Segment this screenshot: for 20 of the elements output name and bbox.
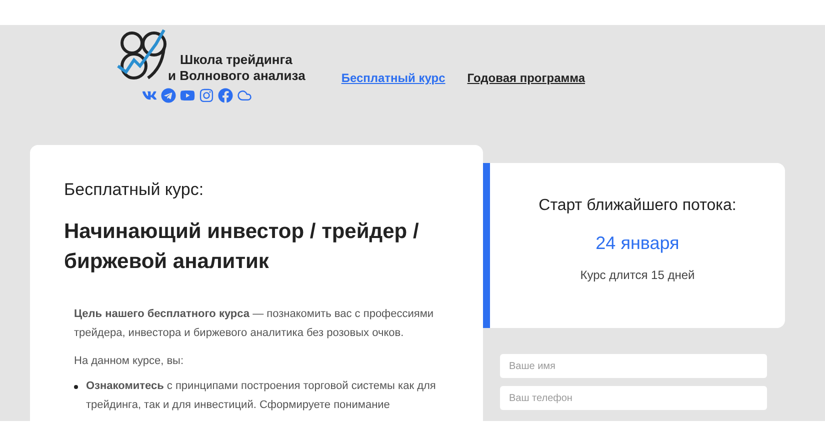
cloud-icon[interactable] xyxy=(237,88,252,103)
course-eyebrow: Бесплатный курс: xyxy=(64,179,205,201)
youtube-icon[interactable] xyxy=(180,88,195,103)
course-title: Начинающий инвестор / трейдер / биржевой аналитик xyxy=(64,218,420,274)
facebook-icon[interactable] xyxy=(218,88,233,103)
lead-text: На данном курсе, вы: xyxy=(74,354,185,368)
input-field[interactable]: Ваше имя xyxy=(500,354,767,378)
duration-text: Курс длится 15 дней xyxy=(580,267,695,284)
instagram-icon[interactable] xyxy=(199,88,214,103)
list-item-text: Ознакомитесь с принципами построения торговой системы как для трейдинга, так и для инвестиций. Сформируете понимание xyxy=(86,379,437,413)
bullet-icon xyxy=(74,385,78,389)
logo-text: Школа трейдинга xyxy=(180,52,294,68)
logo-text: и Волнового анализа xyxy=(168,68,306,84)
start-date: 24 января xyxy=(596,232,680,255)
nav-link[interactable]: Бесплатный курс xyxy=(341,69,446,87)
telegram-icon[interactable] xyxy=(161,88,176,103)
nav-link[interactable]: Годовая программа xyxy=(467,69,586,87)
input-field[interactable]: Ваш телефон xyxy=(500,386,767,410)
start-heading: Старт ближайшего потока: xyxy=(538,196,736,216)
intro-paragraph: Цель нашего бесплатного курса — познакомить вас с профессиями трейдера, инвестора и биржевого аналитика без розовых очков. xyxy=(74,306,434,340)
